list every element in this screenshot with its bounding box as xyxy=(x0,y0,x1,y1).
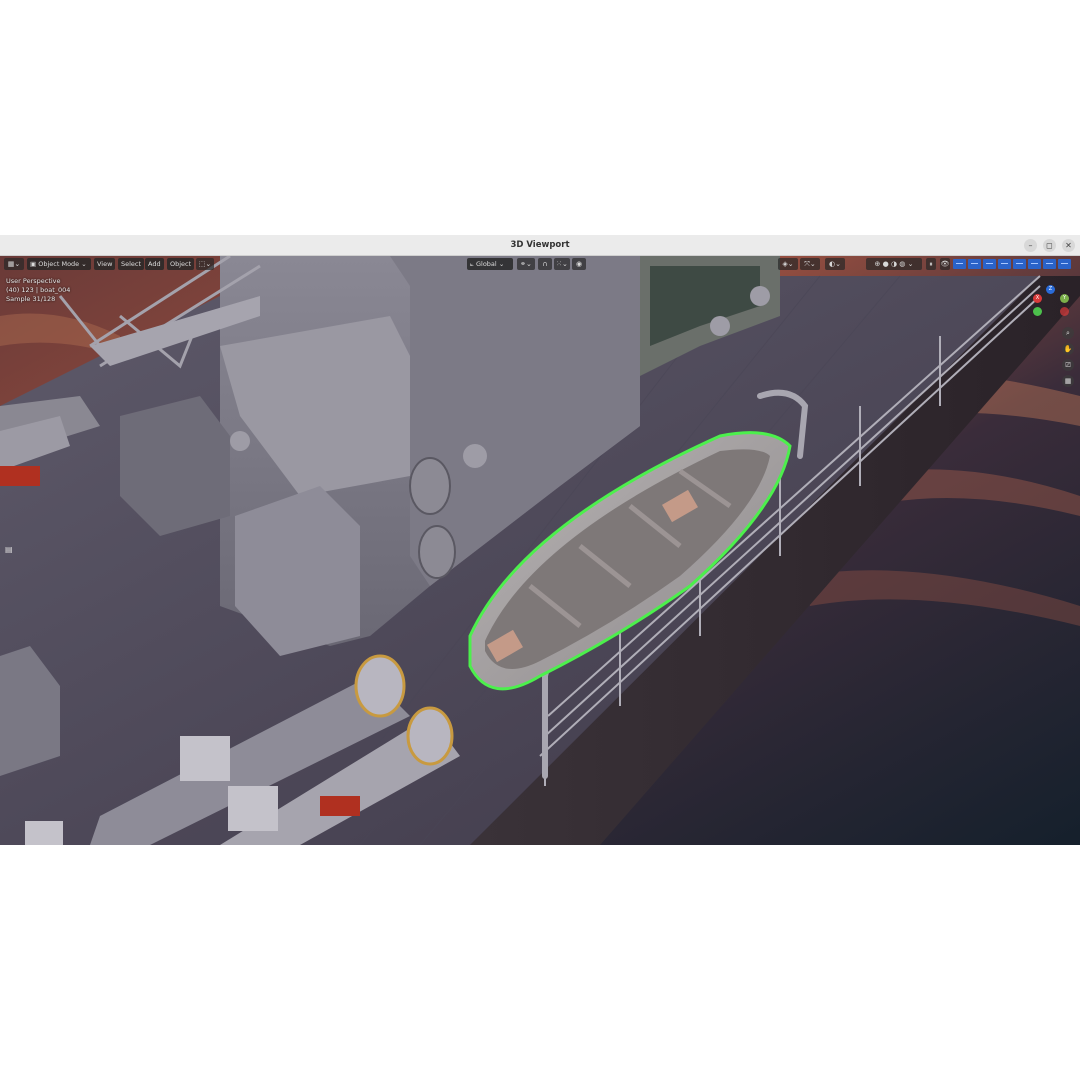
gizmo-neg-x-axis[interactable] xyxy=(1060,307,1069,316)
orientation-label: Global xyxy=(475,260,497,268)
transform-orientation[interactable]: ⟀ Global ⌄ xyxy=(467,258,513,270)
layer-toggle-6[interactable] xyxy=(1028,259,1041,269)
gizmo-toggle-icon[interactable]: ⬚⌄ xyxy=(196,258,214,270)
snap-target-icon[interactable]: ⁙⌄ xyxy=(554,258,570,270)
chevron-down-icon: ⌄ xyxy=(498,260,505,268)
menu-view[interactable]: View xyxy=(94,258,116,270)
blender-window: 3D Viewport – ◻ ✕ ▦⌄ ▣ Object Mode ⌄ Vie… xyxy=(0,235,1080,845)
layer-toggle-8[interactable] xyxy=(1058,259,1071,269)
proportional-edit-icon[interactable]: ◉ xyxy=(572,258,586,270)
transform-orientation-icon: ⟀ xyxy=(470,260,474,268)
view-perspective-label: User Perspective xyxy=(6,277,61,285)
layer-toggle-4[interactable] xyxy=(998,259,1011,269)
gizmo-y-axis[interactable]: Y xyxy=(1060,294,1069,303)
overlays-icon[interactable]: ◐⌄ xyxy=(825,258,845,270)
window-title: 3D Viewport xyxy=(510,240,570,250)
layer-toggle-3[interactable] xyxy=(983,259,996,269)
shading-mode-group[interactable]: ⊕ ● ◑ ◍ ⌄ xyxy=(866,258,922,270)
pause-render-icon[interactable]: ⏸ xyxy=(926,258,936,270)
object-info-label: (40) 123 | boat_004 xyxy=(6,286,71,294)
pan-hand-icon[interactable]: ✋ xyxy=(1062,343,1074,355)
layer-toggle-2[interactable] xyxy=(968,259,981,269)
layer-toggle-5[interactable] xyxy=(1013,259,1026,269)
camera-view-icon[interactable]: ⎚ xyxy=(1062,359,1074,371)
mode-label: Object Mode xyxy=(38,260,80,268)
layer-toggle-7[interactable] xyxy=(1043,259,1056,269)
navigation-gizmo[interactable]: Z X Y xyxy=(1030,285,1075,320)
render-sample-label: Sample 31/128 xyxy=(6,295,56,303)
object-mode-icon: ▣ xyxy=(30,260,37,268)
minimize-button[interactable]: – xyxy=(1024,239,1037,252)
menu-object[interactable]: Object xyxy=(167,258,195,270)
gizmo-icon[interactable]: ⤧⌄ xyxy=(800,258,820,270)
close-button[interactable]: ✕ xyxy=(1062,239,1075,252)
editor-type-icon[interactable]: ▦⌄ xyxy=(4,258,24,270)
pivot-icon[interactable]: ⚭⌄ xyxy=(517,258,535,270)
menu-add[interactable]: Add xyxy=(145,258,164,270)
gizmo-neg-y-axis[interactable] xyxy=(1033,307,1042,316)
chevron-down-icon: ⌄ xyxy=(81,260,87,268)
grid-view-icon[interactable]: ▦ xyxy=(1062,375,1074,387)
gizmo-x-axis[interactable]: X xyxy=(1033,294,1042,303)
snap-icon[interactable]: ∩ xyxy=(538,258,552,270)
maximize-button[interactable]: ◻ xyxy=(1043,239,1056,252)
layer-toggle-1[interactable] xyxy=(953,259,966,269)
view-object-types-icon[interactable]: ◈⌄ xyxy=(778,258,798,270)
menu-select[interactable]: Select xyxy=(118,258,145,270)
gizmo-z-axis[interactable]: Z xyxy=(1046,285,1055,294)
viewport-header: ▦⌄ ▣ Object Mode ⌄ View Select Add Objec… xyxy=(0,256,1080,272)
visibility-icon[interactable]: 👁 xyxy=(940,258,950,270)
sidebar-toggle-icon[interactable]: ▤ xyxy=(5,545,15,555)
3d-viewport[interactable] xyxy=(0,256,1080,845)
mode-selector[interactable]: ▣ Object Mode ⌄ xyxy=(27,258,91,270)
zoom-icon[interactable]: ⌕ xyxy=(1062,327,1074,339)
title-bar: 3D Viewport – ◻ ✕ xyxy=(0,235,1080,256)
scene-render xyxy=(0,256,1080,845)
